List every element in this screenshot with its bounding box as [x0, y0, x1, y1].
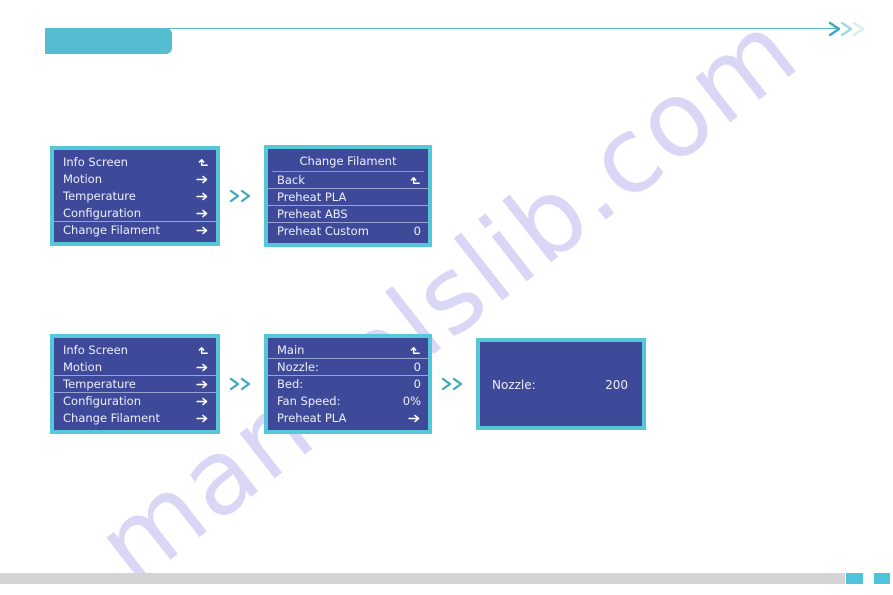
list-item[interactable]: Main — [268, 342, 428, 359]
right-arrow-icon — [195, 209, 209, 218]
list-item[interactable]: Configuration — [54, 205, 216, 222]
menu-item-label: Motion — [63, 172, 102, 186]
footer-accent-square-2 — [874, 573, 890, 584]
menu-item-value: 0 — [413, 359, 421, 374]
readout-value: 200 — [605, 377, 628, 392]
right-arrow-icon — [195, 226, 209, 235]
return-arrow-icon — [195, 157, 209, 168]
right-arrow-icon — [407, 414, 421, 423]
menu-item-label: Configuration — [63, 394, 141, 408]
list-item-selected[interactable]: Nozzle: 0 — [268, 359, 428, 376]
footer-bar — [0, 573, 845, 584]
panel-nozzle-value[interactable]: Nozzle: 200 — [476, 338, 646, 430]
list-item[interactable]: Back — [268, 172, 428, 189]
menu-item-label: Preheat PLA — [277, 189, 347, 204]
menu-item-label: Preheat PLA — [277, 411, 347, 425]
panel-main-menu-1[interactable]: Info Screen Motion Temperature Configura… — [50, 146, 220, 246]
menu-item-label: Temperature — [63, 376, 136, 391]
menu-item-label: Preheat Custom — [277, 224, 369, 238]
return-arrow-icon — [407, 345, 421, 356]
menu-item-label: Info Screen — [63, 155, 128, 169]
watermark-text: manualslib.com — [73, 0, 820, 595]
list-item[interactable]: Fan Speed: 0% — [268, 393, 428, 410]
right-arrow-icon — [195, 414, 209, 423]
header-tab — [45, 28, 172, 54]
list-item[interactable]: Preheat Custom 0 — [268, 223, 428, 240]
panel-main-menu-2[interactable]: Info Screen Motion Temperature Configura… — [50, 334, 220, 434]
menu-item-label: Bed: — [277, 377, 304, 391]
menu-item-label: Nozzle: — [277, 359, 319, 374]
list-item-selected[interactable]: Change Filament — [54, 222, 216, 239]
list-item[interactable]: Temperature — [54, 188, 216, 205]
panel-change-filament[interactable]: Change Filament Back Preheat PLA Preheat… — [264, 145, 432, 247]
return-arrow-icon — [195, 345, 209, 356]
readout-label: Nozzle: — [492, 377, 536, 392]
menu-item-label: Info Screen — [63, 343, 128, 357]
header-rule — [98, 28, 840, 29]
menu-item-label: Back — [277, 172, 305, 187]
menu-item-label: Change Filament — [63, 411, 160, 425]
right-arrow-icon — [195, 175, 209, 184]
right-arrow-icon — [195, 192, 209, 201]
list-item[interactable]: Bed: 0 — [268, 376, 428, 393]
list-item-selected[interactable]: Temperature — [54, 376, 216, 393]
right-arrow-icon — [195, 363, 209, 372]
panel-temperature[interactable]: Main Nozzle: 0 Bed: 0 Fan Speed: 0% Preh… — [264, 334, 432, 434]
list-item[interactable]: Preheat PLA — [268, 189, 428, 206]
flow-separator — [432, 377, 476, 391]
double-chevron-right-icon — [828, 20, 874, 38]
flow-row-temperature: Info Screen Motion Temperature Configura… — [50, 334, 646, 434]
menu-item-label: Fan Speed: — [277, 394, 341, 408]
list-item[interactable]: Configuration — [54, 393, 216, 410]
menu-item-label: Configuration — [63, 205, 141, 220]
menu-item-label: Main — [277, 342, 305, 357]
flow-row-change-filament: Info Screen Motion Temperature Configura… — [50, 145, 432, 247]
list-item[interactable]: Change Filament — [54, 410, 216, 427]
menu-item-label: Preheat ABS — [277, 206, 348, 221]
menu-item-label: Change Filament — [63, 223, 160, 237]
menu-item-label: Motion — [63, 359, 102, 374]
menu-item-label: Temperature — [63, 189, 136, 203]
list-item[interactable]: Motion — [54, 359, 216, 376]
right-arrow-icon — [195, 397, 209, 406]
list-item[interactable]: Preheat ABS — [268, 206, 428, 223]
menu-item-value: 0% — [402, 394, 421, 408]
list-item[interactable]: Info Screen — [54, 342, 216, 359]
flow-separator — [220, 377, 264, 391]
list-item[interactable]: Preheat PLA — [268, 410, 428, 427]
panel-title: Change Filament — [272, 153, 424, 172]
page-header — [0, 0, 893, 70]
page-watermark: manualslib.com — [0, 0, 893, 595]
flow-separator — [220, 189, 264, 203]
right-arrow-icon — [195, 380, 209, 389]
list-item[interactable]: Info Screen — [54, 154, 216, 171]
menu-item-value: 0 — [413, 224, 421, 238]
menu-item-value: 0 — [413, 377, 421, 391]
list-item[interactable]: Motion — [54, 171, 216, 188]
footer-accent-square-1 — [846, 573, 863, 584]
return-arrow-icon — [407, 175, 421, 186]
